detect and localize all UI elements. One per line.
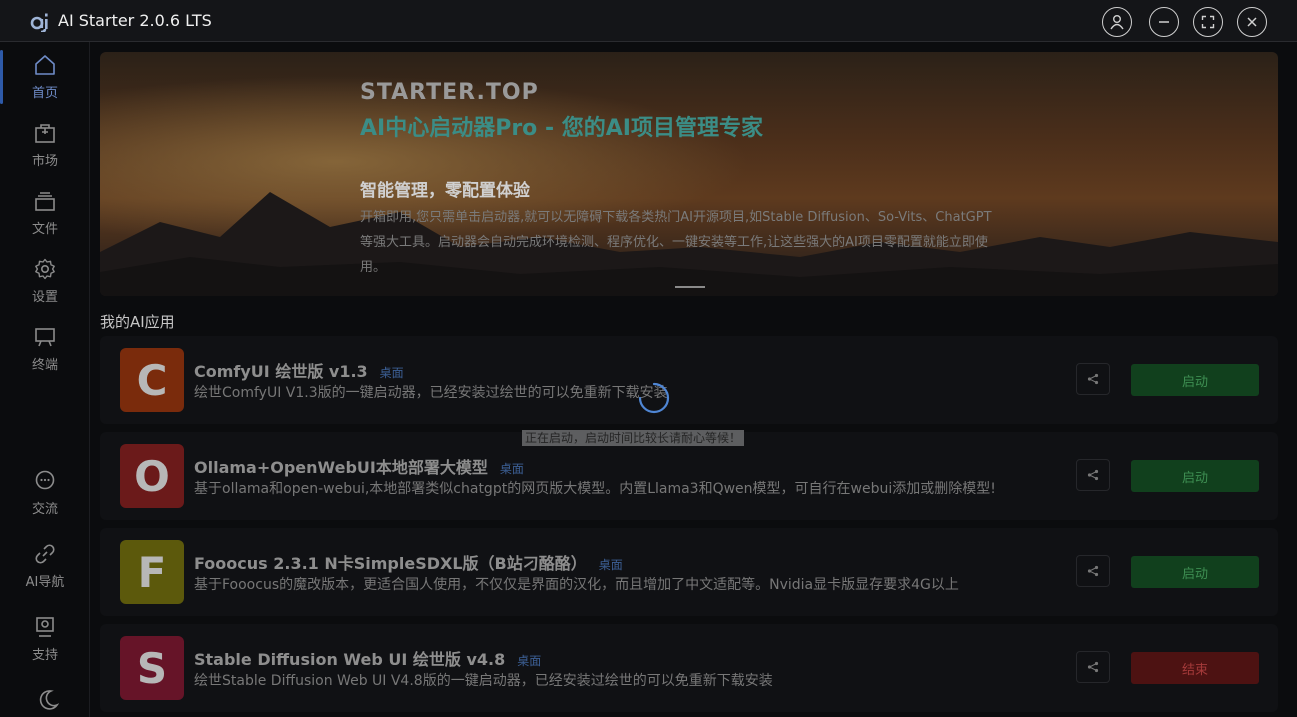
- share-button[interactable]: [1076, 459, 1110, 491]
- share-button[interactable]: [1076, 363, 1110, 395]
- app-tag: 桌面: [598, 558, 623, 572]
- app-title: Fooocus 2.3.1 N卡SimpleSDXL版（B站刁酪酪） 桌面: [194, 554, 623, 573]
- share-button[interactable]: [1076, 555, 1110, 587]
- stop-button[interactable]: 结束: [1131, 652, 1259, 684]
- app-logo-icon: [30, 13, 48, 32]
- section-title: 我的AI应用: [100, 313, 175, 331]
- share-button[interactable]: [1076, 651, 1110, 683]
- share-icon: [1087, 469, 1099, 481]
- support-icon: [36, 617, 54, 637]
- home-icon: [35, 55, 55, 75]
- app-title: Ollama+OpenWebUI本地部署大模型 桌面: [194, 458, 524, 477]
- sidebar-item-ai-nav[interactable]: AI导航: [8, 533, 82, 599]
- share-icon: [1087, 373, 1099, 385]
- app-tag: 桌面: [517, 654, 542, 668]
- sidebar-item-label: 文件: [31, 222, 58, 237]
- sidebar-item-label: 交流: [31, 502, 58, 517]
- app-title: Stable Diffusion Web UI 绘世版 v4.8 桌面: [194, 650, 542, 669]
- link-icon: [35, 544, 55, 564]
- app-description: 绘世Stable Diffusion Web UI V4.8版的一键启动器，已经…: [194, 673, 773, 689]
- promo-banner[interactable]: STARTER.TOP AI中心启动器Pro - 您的AI项目管理专家 智能管理…: [100, 52, 1278, 296]
- app-title: ComfyUI 绘世版 v1.3 桌面: [194, 362, 404, 381]
- start-button[interactable]: 启动: [1131, 556, 1259, 588]
- banner-description: 开箱即用,您只需单击启动器,就可以无障碍下载各类热门AI开源项目,如Stable…: [360, 210, 992, 275]
- terminal-icon: [35, 328, 55, 347]
- sidebar-item-home[interactable]: 首页: [0, 44, 82, 110]
- sidebar-item-label: 市场: [31, 154, 58, 169]
- app-tag: 桌面: [379, 366, 404, 380]
- share-icon: [1087, 565, 1099, 577]
- loading-message: 正在启动，启动时间比较长请耐心等候！: [522, 430, 745, 446]
- app-icon: F: [120, 540, 184, 604]
- window-title: AI Starter 2.0.6 LTS: [58, 11, 212, 30]
- banner-brand: STARTER.TOP: [360, 80, 539, 105]
- loading-spinner-icon: [638, 382, 670, 414]
- app-description: 绘世ComfyUI V1.3版的一键启动器，已经安装过绘世的可以免重新下载安装: [194, 385, 668, 401]
- close-button[interactable]: [1237, 7, 1267, 37]
- sidebar-item-market[interactable]: 市场: [8, 112, 82, 178]
- close-icon: [1247, 17, 1257, 27]
- fullscreen-icon: [1201, 15, 1215, 29]
- app-icon: O: [120, 444, 184, 508]
- files-icon: [35, 192, 55, 211]
- title-bar: AI Starter 2.0.6 LTS: [0, 0, 1297, 42]
- start-button[interactable]: 启动: [1131, 460, 1259, 492]
- sidebar-item-label: 设置: [31, 290, 58, 305]
- start-button[interactable]: 启动: [1131, 364, 1259, 396]
- moon-icon[interactable]: [37, 688, 59, 712]
- app-description: 基于ollama和open-webui,本地部署类似chatgpt的网页版大模型…: [194, 481, 996, 497]
- user-button[interactable]: [1102, 7, 1132, 37]
- banner-heading: 智能管理，零配置体验: [360, 181, 530, 201]
- sidebar-item-files[interactable]: 文件: [8, 180, 82, 246]
- app-icon: C: [120, 348, 184, 412]
- maximize-button[interactable]: [1193, 7, 1223, 37]
- sidebar-item-label: 支持: [31, 648, 58, 663]
- app-tag: 桌面: [499, 462, 524, 476]
- sidebar: 首页 市场 文件 设置 终端 交流 AI导航 支持: [0, 42, 90, 717]
- minimize-button[interactable]: [1149, 7, 1179, 37]
- gear-icon: [35, 258, 55, 280]
- sidebar-item-label: AI导航: [25, 575, 65, 590]
- app-card: S Stable Diffusion Web UI 绘世版 v4.8 桌面 绘世S…: [100, 624, 1278, 712]
- app-icon: S: [120, 636, 184, 700]
- sidebar-item-support[interactable]: 支持: [8, 606, 82, 672]
- user-icon: [1110, 15, 1124, 30]
- app-card: C ComfyUI 绘世版 v1.3 桌面 绘世ComfyUI V1.3版的一键启…: [100, 336, 1278, 424]
- sidebar-item-chat[interactable]: 交流: [8, 460, 82, 526]
- market-icon: [35, 124, 55, 143]
- app-description: 基于Fooocus的魔改版本，更适合国人使用，不仅仅是界面的汉化，而且增加了中文…: [194, 577, 959, 593]
- chat-icon: [35, 470, 55, 490]
- sidebar-item-terminal[interactable]: 终端: [8, 316, 82, 382]
- carousel-indicator[interactable]: [675, 286, 705, 288]
- banner-slogan: AI中心启动器Pro - 您的AI项目管理专家: [360, 116, 763, 141]
- sidebar-item-settings[interactable]: 设置: [8, 248, 82, 314]
- minimize-icon: [1159, 21, 1169, 23]
- sidebar-item-label: 首页: [31, 86, 58, 101]
- sidebar-item-label: 终端: [31, 358, 58, 373]
- share-icon: [1087, 661, 1099, 673]
- app-card: F Fooocus 2.3.1 N卡SimpleSDXL版（B站刁酪酪） 桌面 基…: [100, 528, 1278, 616]
